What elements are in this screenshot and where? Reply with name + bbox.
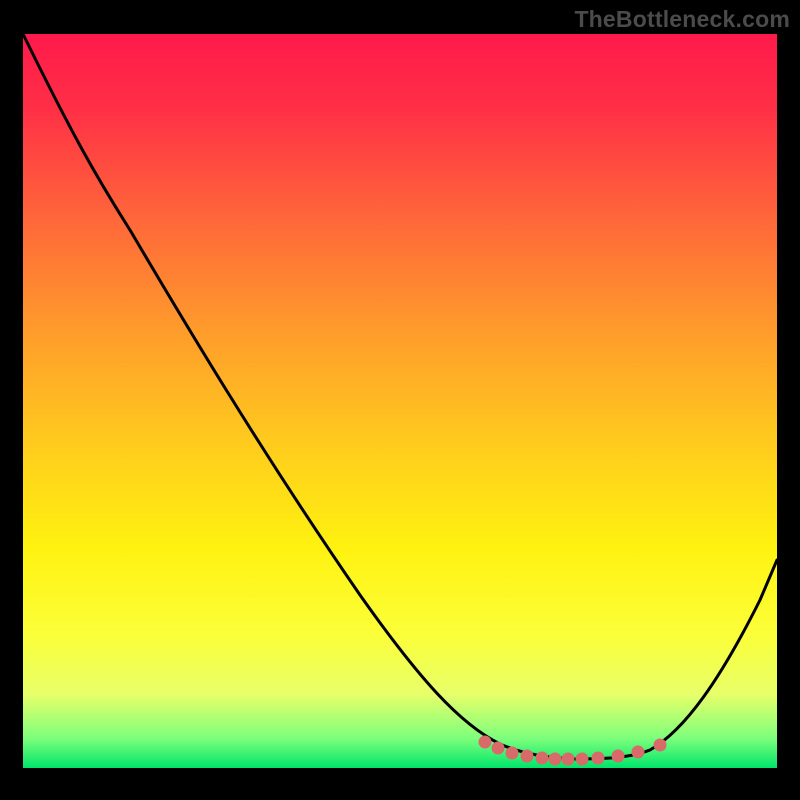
marker-dot <box>612 750 625 763</box>
marker-dot <box>521 750 534 763</box>
marker-dot <box>492 742 505 755</box>
border-right <box>777 0 800 800</box>
marker-dot <box>576 753 589 766</box>
marker-dot <box>506 747 519 760</box>
marker-dot <box>654 739 667 752</box>
chart-frame: TheBottleneck.com <box>0 0 800 800</box>
gradient-background <box>23 34 777 768</box>
marker-dot <box>562 753 575 766</box>
marker-dot <box>592 752 605 765</box>
bottleneck-chart <box>0 0 800 800</box>
marker-dot <box>632 746 645 759</box>
marker-dot <box>536 752 549 765</box>
marker-dot <box>479 736 492 749</box>
border-left <box>0 0 23 800</box>
border-bottom <box>0 768 800 800</box>
marker-dot <box>549 753 562 766</box>
watermark-text: TheBottleneck.com <box>574 6 790 33</box>
